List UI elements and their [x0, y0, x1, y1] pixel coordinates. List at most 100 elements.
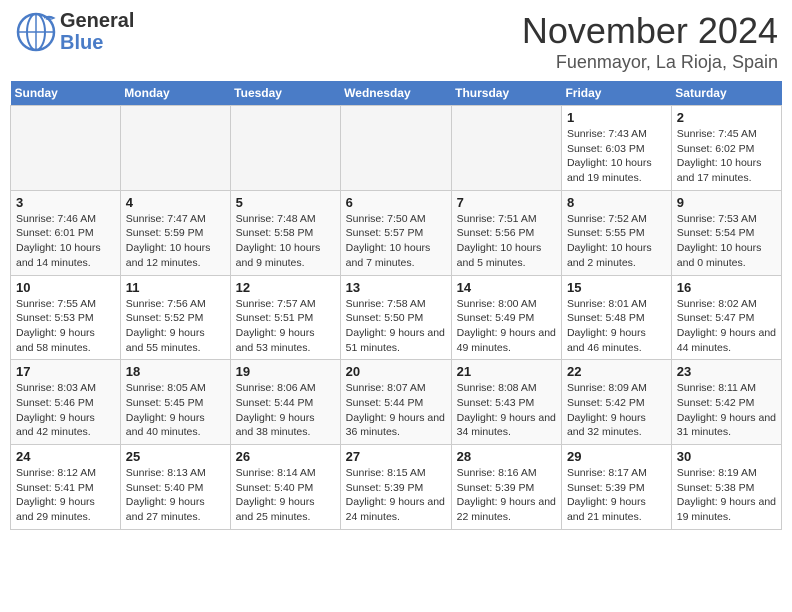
- location: Fuenmayor, La Rioja, Spain: [522, 52, 778, 73]
- day-info: Sunrise: 8:16 AM Sunset: 5:39 PM Dayligh…: [457, 466, 556, 525]
- calendar-cell: 30 Sunrise: 8:19 AM Sunset: 5:38 PM Dayli…: [671, 445, 781, 530]
- calendar-cell: 2Sunrise: 7:45 AM Sunset: 6:02 PM Daylig…: [671, 106, 781, 191]
- day-info: Sunrise: 7:48 AM Sunset: 5:58 PM Dayligh…: [236, 212, 335, 271]
- day-number: 25: [126, 449, 225, 464]
- calendar-cell: [340, 106, 451, 191]
- weekday-header-friday: Friday: [561, 81, 671, 106]
- calendar-week-2: 3Sunrise: 7:46 AM Sunset: 6:01 PM Daylig…: [11, 190, 782, 275]
- day-number: 17: [16, 364, 115, 379]
- calendar-cell: 27Sunrise: 8:15 AM Sunset: 5:39 PM Dayli…: [340, 445, 451, 530]
- day-number: 23: [677, 364, 776, 379]
- weekday-header-tuesday: Tuesday: [230, 81, 340, 106]
- day-info: Sunrise: 7:58 AM Sunset: 5:50 PM Dayligh…: [346, 297, 446, 356]
- day-info: Sunrise: 8:02 AM Sunset: 5:47 PM Dayligh…: [677, 297, 776, 356]
- day-number: 29: [567, 449, 666, 464]
- calendar-cell: 8 Sunrise: 7:52 AM Sunset: 5:55 PM Daylig…: [561, 190, 671, 275]
- day-number: 24: [16, 449, 115, 464]
- calendar-cell: 17Sunrise: 8:03 AM Sunset: 5:46 PM Dayli…: [11, 360, 121, 445]
- calendar-cell: 21Sunrise: 8:08 AM Sunset: 5:43 PM Dayli…: [451, 360, 561, 445]
- day-info: Sunrise: 8:15 AM Sunset: 5:39 PM Dayligh…: [346, 466, 446, 525]
- calendar-cell: 18 Sunrise: 8:05 AM Sunset: 5:45 PM Dayli…: [120, 360, 230, 445]
- calendar-cell: 16Sunrise: 8:02 AM Sunset: 5:47 PM Dayli…: [671, 275, 781, 360]
- calendar-week-1: 1Sunrise: 7:43 AM Sunset: 6:03 PM Daylig…: [11, 106, 782, 191]
- day-info: Sunrise: 8:06 AM Sunset: 5:44 PM Dayligh…: [236, 381, 335, 440]
- calendar-cell: 15 Sunrise: 8:01 AM Sunset: 5:48 PM Dayli…: [561, 275, 671, 360]
- day-number: 26: [236, 449, 335, 464]
- day-info: Sunrise: 7:55 AM Sunset: 5:53 PM Dayligh…: [16, 297, 115, 356]
- weekday-header-saturday: Saturday: [671, 81, 781, 106]
- day-number: 9: [677, 195, 776, 210]
- calendar-cell: 3Sunrise: 7:46 AM Sunset: 6:01 PM Daylig…: [11, 190, 121, 275]
- day-info: Sunrise: 8:11 AM Sunset: 5:42 PM Dayligh…: [677, 381, 776, 440]
- day-number: 13: [346, 280, 446, 295]
- calendar-cell: 11 Sunrise: 7:56 AM Sunset: 5:52 PM Dayli…: [120, 275, 230, 360]
- day-number: 22: [567, 364, 666, 379]
- day-info: Sunrise: 7:56 AM Sunset: 5:52 PM Dayligh…: [126, 297, 225, 356]
- calendar-week-3: 10Sunrise: 7:55 AM Sunset: 5:53 PM Dayli…: [11, 275, 782, 360]
- day-number: 28: [457, 449, 556, 464]
- day-number: 6: [346, 195, 446, 210]
- calendar-cell: [120, 106, 230, 191]
- day-info: Sunrise: 8:07 AM Sunset: 5:44 PM Dayligh…: [346, 381, 446, 440]
- weekday-header-wednesday: Wednesday: [340, 81, 451, 106]
- day-info: Sunrise: 8:12 AM Sunset: 5:41 PM Dayligh…: [16, 466, 115, 525]
- calendar-cell: 24 Sunrise: 8:12 AM Sunset: 5:41 PM Dayli…: [11, 445, 121, 530]
- day-number: 7: [457, 195, 556, 210]
- weekday-header-monday: Monday: [120, 81, 230, 106]
- calendar-body: 1Sunrise: 7:43 AM Sunset: 6:03 PM Daylig…: [11, 106, 782, 530]
- day-number: 20: [346, 364, 446, 379]
- day-info: Sunrise: 7:53 AM Sunset: 5:54 PM Dayligh…: [677, 212, 776, 271]
- calendar-cell: [11, 106, 121, 191]
- calendar-cell: 14 Sunrise: 8:00 AM Sunset: 5:49 PM Dayli…: [451, 275, 561, 360]
- day-number: 4: [126, 195, 225, 210]
- logo-line1: General: [60, 10, 134, 32]
- day-info: Sunrise: 8:09 AM Sunset: 5:42 PM Dayligh…: [567, 381, 666, 440]
- calendar-cell: 25Sunrise: 8:13 AM Sunset: 5:40 PM Dayli…: [120, 445, 230, 530]
- day-info: Sunrise: 7:50 AM Sunset: 5:57 PM Dayligh…: [346, 212, 446, 271]
- calendar-cell: 1Sunrise: 7:43 AM Sunset: 6:03 PM Daylig…: [561, 106, 671, 191]
- title-section: November 2024 Fuenmayor, La Rioja, Spain: [522, 10, 778, 73]
- calendar-cell: 4 Sunrise: 7:47 AM Sunset: 5:59 PM Daylig…: [120, 190, 230, 275]
- logo-line2: Blue: [60, 32, 134, 54]
- day-info: Sunrise: 7:47 AM Sunset: 5:59 PM Dayligh…: [126, 212, 225, 271]
- calendar-cell: 7 Sunrise: 7:51 AM Sunset: 5:56 PM Daylig…: [451, 190, 561, 275]
- day-info: Sunrise: 7:51 AM Sunset: 5:56 PM Dayligh…: [457, 212, 556, 271]
- calendar-cell: [230, 106, 340, 191]
- weekday-header-sunday: Sunday: [11, 81, 121, 106]
- day-info: Sunrise: 7:52 AM Sunset: 5:55 PM Dayligh…: [567, 212, 666, 271]
- calendar-cell: 5 Sunrise: 7:48 AM Sunset: 5:58 PM Daylig…: [230, 190, 340, 275]
- month-title: November 2024: [522, 10, 778, 52]
- calendar-cell: 12Sunrise: 7:57 AM Sunset: 5:51 PM Dayli…: [230, 275, 340, 360]
- day-number: 14: [457, 280, 556, 295]
- calendar-week-4: 17Sunrise: 8:03 AM Sunset: 5:46 PM Dayli…: [11, 360, 782, 445]
- calendar-cell: 9 Sunrise: 7:53 AM Sunset: 5:54 PM Daylig…: [671, 190, 781, 275]
- day-info: Sunrise: 7:45 AM Sunset: 6:02 PM Dayligh…: [677, 127, 776, 186]
- logo: General Blue: [14, 10, 134, 54]
- page-header: General Blue November 2024 Fuenmayor, La…: [10, 10, 782, 73]
- calendar-cell: 20 Sunrise: 8:07 AM Sunset: 5:44 PM Dayli…: [340, 360, 451, 445]
- day-number: 5: [236, 195, 335, 210]
- calendar-cell: 10Sunrise: 7:55 AM Sunset: 5:53 PM Dayli…: [11, 275, 121, 360]
- day-info: Sunrise: 8:17 AM Sunset: 5:39 PM Dayligh…: [567, 466, 666, 525]
- day-info: Sunrise: 7:46 AM Sunset: 6:01 PM Dayligh…: [16, 212, 115, 271]
- day-info: Sunrise: 7:57 AM Sunset: 5:51 PM Dayligh…: [236, 297, 335, 356]
- calendar-table: SundayMondayTuesdayWednesdayThursdayFrid…: [10, 81, 782, 530]
- calendar-cell: 28 Sunrise: 8:16 AM Sunset: 5:39 PM Dayli…: [451, 445, 561, 530]
- calendar-header-row: SundayMondayTuesdayWednesdayThursdayFrid…: [11, 81, 782, 106]
- calendar-week-5: 24 Sunrise: 8:12 AM Sunset: 5:41 PM Dayli…: [11, 445, 782, 530]
- day-number: 15: [567, 280, 666, 295]
- day-number: 30: [677, 449, 776, 464]
- day-info: Sunrise: 8:01 AM Sunset: 5:48 PM Dayligh…: [567, 297, 666, 356]
- day-number: 11: [126, 280, 225, 295]
- day-info: Sunrise: 8:14 AM Sunset: 5:40 PM Dayligh…: [236, 466, 335, 525]
- day-number: 8: [567, 195, 666, 210]
- calendar-cell: 22 Sunrise: 8:09 AM Sunset: 5:42 PM Dayli…: [561, 360, 671, 445]
- day-info: Sunrise: 8:19 AM Sunset: 5:38 PM Dayligh…: [677, 466, 776, 525]
- calendar-cell: 19Sunrise: 8:06 AM Sunset: 5:44 PM Dayli…: [230, 360, 340, 445]
- day-info: Sunrise: 7:43 AM Sunset: 6:03 PM Dayligh…: [567, 127, 666, 186]
- calendar-cell: [451, 106, 561, 191]
- day-number: 18: [126, 364, 225, 379]
- day-info: Sunrise: 8:05 AM Sunset: 5:45 PM Dayligh…: [126, 381, 225, 440]
- day-info: Sunrise: 8:00 AM Sunset: 5:49 PM Dayligh…: [457, 297, 556, 356]
- calendar-cell: 26 Sunrise: 8:14 AM Sunset: 5:40 PM Dayli…: [230, 445, 340, 530]
